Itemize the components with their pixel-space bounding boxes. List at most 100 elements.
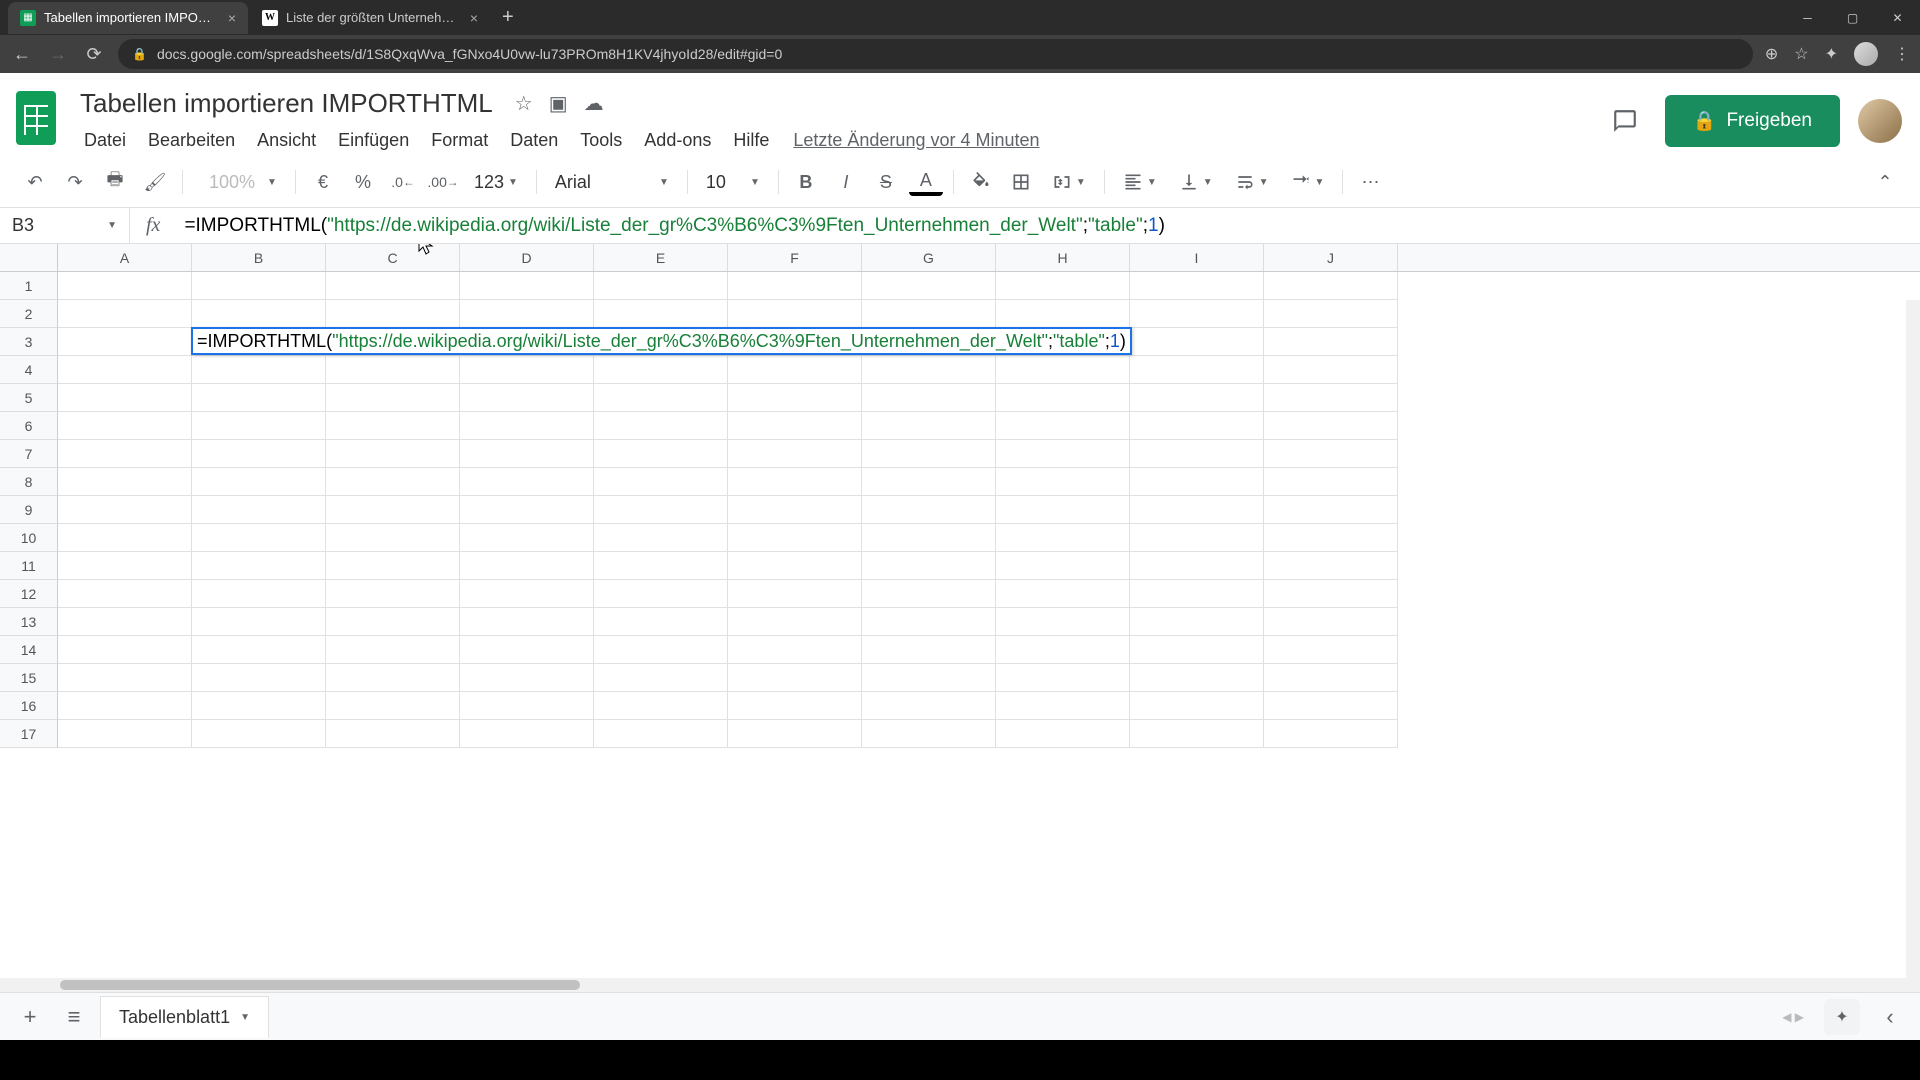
cell[interactable]	[594, 272, 728, 300]
reload-button[interactable]: ⟳	[82, 44, 106, 65]
paint-format-button[interactable]: 🖌	[138, 165, 172, 199]
document-title[interactable]: Tabellen importieren IMPORTHTML	[74, 86, 499, 121]
scrollbar-thumb[interactable]	[60, 980, 580, 990]
cell[interactable]	[862, 412, 996, 440]
move-icon[interactable]: ▣	[549, 91, 568, 116]
column-header[interactable]: G	[862, 244, 996, 271]
cell[interactable]	[1264, 496, 1398, 524]
cell[interactable]	[58, 608, 192, 636]
cell[interactable]	[192, 524, 326, 552]
cell[interactable]	[594, 636, 728, 664]
menu-view[interactable]: Ansicht	[247, 126, 326, 155]
cell[interactable]	[326, 552, 460, 580]
cell[interactable]	[996, 664, 1130, 692]
cell[interactable]	[326, 720, 460, 748]
borders-button[interactable]	[1004, 165, 1038, 199]
account-avatar[interactable]	[1858, 99, 1902, 143]
cell[interactable]	[996, 272, 1130, 300]
cell[interactable]	[728, 608, 862, 636]
more-tools-button[interactable]: ⋯	[1353, 165, 1387, 199]
cell[interactable]	[460, 720, 594, 748]
row-header[interactable]: 4	[0, 356, 58, 384]
cell[interactable]	[1130, 440, 1264, 468]
add-sheet-button[interactable]: +	[12, 999, 48, 1035]
cell[interactable]	[58, 272, 192, 300]
cell[interactable]	[1264, 720, 1398, 748]
cell[interactable]	[996, 440, 1130, 468]
cell[interactable]	[58, 580, 192, 608]
cell[interactable]	[460, 692, 594, 720]
menu-icon[interactable]: ⋮	[1894, 44, 1910, 64]
cell[interactable]	[594, 608, 728, 636]
cell[interactable]	[326, 356, 460, 384]
column-header[interactable]: C	[326, 244, 460, 271]
formula-input[interactable]: =IMPORTHTML("https://de.wikipedia.org/wi…	[176, 215, 1920, 237]
cell[interactable]	[1130, 356, 1264, 384]
cell[interactable]	[326, 692, 460, 720]
sheet-tab-active[interactable]: Tabellenblatt1 ▼	[100, 996, 269, 1038]
cell[interactable]	[594, 720, 728, 748]
chevron-down-icon[interactable]: ▼	[240, 1012, 250, 1023]
cell[interactable]	[326, 664, 460, 692]
cell[interactable]	[192, 412, 326, 440]
cell[interactable]	[58, 692, 192, 720]
row-header[interactable]: 12	[0, 580, 58, 608]
cell[interactable]	[996, 300, 1130, 328]
cell[interactable]	[728, 720, 862, 748]
sheet-nav-arrows[interactable]: ◀ ▶	[1774, 1010, 1812, 1024]
cell[interactable]	[594, 300, 728, 328]
cell[interactable]	[728, 552, 862, 580]
browser-tab-active[interactable]: ▦ Tabellen importieren IMPORTHT ×	[8, 2, 248, 34]
grid-body[interactable]: 1234567891011121314151617 =IMPORTHTML("h…	[0, 272, 1920, 978]
cell[interactable]	[1130, 580, 1264, 608]
text-wrap-button[interactable]: ▼	[1227, 172, 1277, 192]
cell[interactable]	[192, 440, 326, 468]
all-sheets-button[interactable]: ≡	[56, 999, 92, 1035]
cell[interactable]	[460, 412, 594, 440]
row-header[interactable]: 10	[0, 524, 58, 552]
cloud-status-icon[interactable]: ☁	[584, 91, 604, 116]
cell[interactable]	[996, 356, 1130, 384]
cell[interactable]	[862, 272, 996, 300]
cell[interactable]	[1264, 300, 1398, 328]
row-header[interactable]: 1	[0, 272, 58, 300]
maximize-button[interactable]: ▢	[1830, 0, 1875, 35]
cell[interactable]	[1264, 664, 1398, 692]
cell[interactable]	[192, 384, 326, 412]
cell[interactable]	[1264, 328, 1398, 356]
last-edit-link[interactable]: Letzte Änderung vor 4 Minuten	[793, 130, 1039, 151]
row-header[interactable]: 16	[0, 692, 58, 720]
cell[interactable]	[326, 636, 460, 664]
cell[interactable]	[594, 692, 728, 720]
cell[interactable]	[728, 496, 862, 524]
cell[interactable]	[58, 328, 192, 356]
column-header[interactable]: D	[460, 244, 594, 271]
menu-edit[interactable]: Bearbeiten	[138, 126, 245, 155]
vertical-align-button[interactable]: ▼	[1171, 172, 1221, 192]
cell[interactable]	[862, 720, 996, 748]
row-header[interactable]: 11	[0, 552, 58, 580]
cell[interactable]	[192, 552, 326, 580]
cell[interactable]	[460, 356, 594, 384]
browser-tab[interactable]: W Liste der größten Unternehmen ×	[250, 2, 490, 34]
cell[interactable]	[1130, 384, 1264, 412]
cell[interactable]	[58, 496, 192, 524]
cell[interactable]	[326, 384, 460, 412]
cell[interactable]	[460, 272, 594, 300]
font-family-dropdown[interactable]: Arial ▼	[547, 172, 677, 193]
star-icon[interactable]: ☆	[1794, 44, 1808, 64]
cell[interactable]	[862, 636, 996, 664]
cell[interactable]	[326, 272, 460, 300]
cell[interactable]	[460, 524, 594, 552]
cell[interactable]	[192, 272, 326, 300]
column-header[interactable]: E	[594, 244, 728, 271]
cell[interactable]	[862, 468, 996, 496]
zoom-dropdown[interactable]: 100% ▼	[193, 172, 285, 193]
fill-color-button[interactable]	[964, 165, 998, 199]
column-header[interactable]: A	[58, 244, 192, 271]
cell[interactable]	[192, 608, 326, 636]
close-icon[interactable]: ×	[470, 10, 478, 26]
bold-button[interactable]: B	[789, 165, 823, 199]
cell[interactable]	[1130, 608, 1264, 636]
cell[interactable]	[58, 356, 192, 384]
